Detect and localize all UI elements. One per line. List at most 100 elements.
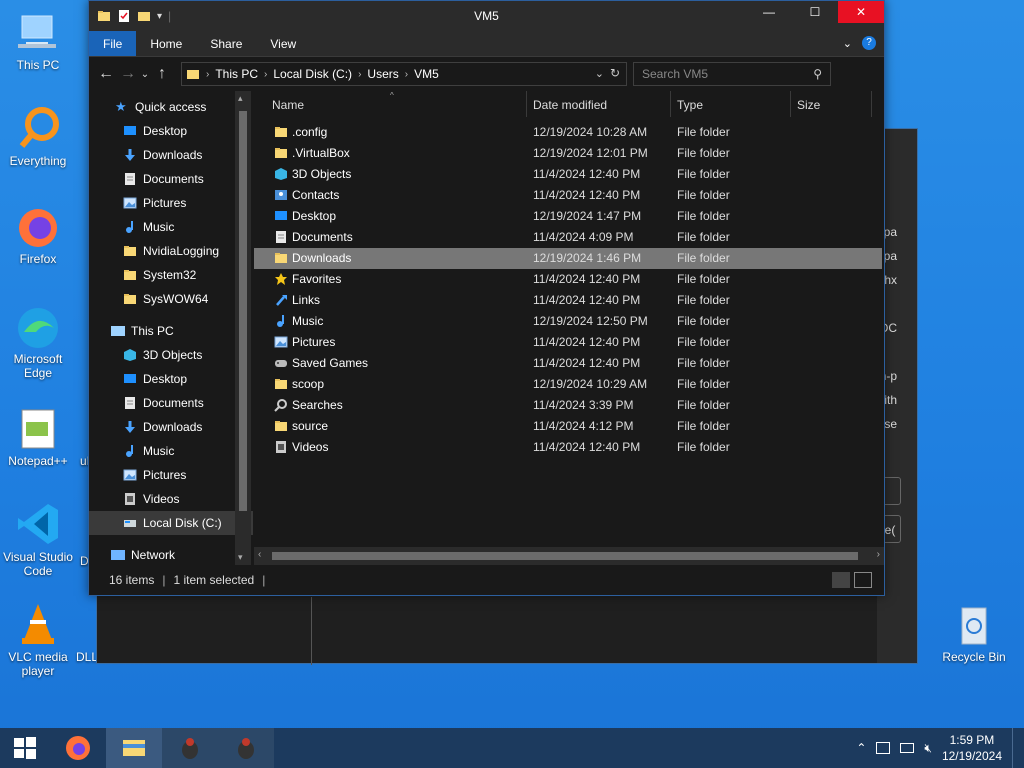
file-row[interactable]: Videos 11/4/2024 12:40 PM File folder [254,437,882,458]
nav-network[interactable]: Network [89,543,253,565]
notification-icon[interactable] [876,742,891,754]
scroll-down-icon[interactable]: ▾ [238,552,243,563]
file-row[interactable]: .VirtualBox 12/19/2024 12:01 PM File folde… [254,143,882,164]
breadcrumb-this-pc[interactable]: This PC [215,67,258,81]
help-icon[interactable]: ? [862,36,876,50]
title-bar[interactable]: ▾ | VM5 — ☐ ✕ [89,1,884,31]
breadcrumb-local-disk[interactable]: Local Disk (C:) [273,67,352,81]
file-row[interactable]: Pictures 11/4/2024 12:40 PM File folder [254,332,882,353]
breadcrumb-users[interactable]: Users [367,67,398,81]
expand-ribbon-icon[interactable]: ⌄ [843,37,852,50]
file-row[interactable]: scoop 12/19/2024 10:29 AM File folder [254,374,882,395]
nav-item-nvidialogging[interactable]: NvidiaLogging [89,239,253,263]
tab-file[interactable]: File [89,31,137,56]
nav-quick-access[interactable]: ★ Quick access [89,95,253,119]
desktop-icon-vscode[interactable]: Visual Studio Code [0,500,76,578]
desktop-icon-edge[interactable]: Microsoft Edge [0,302,76,380]
file-row[interactable]: Music 12/19/2024 12:50 PM File folder [254,311,882,332]
nav-item-system32[interactable]: System32 [89,263,253,287]
nav-item-desktop[interactable]: Desktop📌︎ [89,119,253,143]
nav-item-downloads[interactable]: Downloads [89,415,253,439]
nav-scroll-thumb[interactable] [239,111,247,511]
explorer-app-icon[interactable] [97,9,111,23]
nav-item-desktop[interactable]: Desktop [89,367,253,391]
details-view-button[interactable] [832,572,850,588]
start-button[interactable] [0,728,50,768]
chevron-right-icon[interactable]: › [206,69,209,80]
customize-toolbar-icon[interactable]: ▾ [157,11,162,22]
large-icons-view-button[interactable] [854,572,872,588]
file-list[interactable]: Name ^ Date modified Type Size .config 12… [254,91,884,565]
h-scroll-thumb[interactable] [272,552,858,560]
address-bar[interactable]: › This PC › Local Disk (C:) › Users › VM… [181,62,627,86]
desktop-icon-this-pc[interactable]: This PC [0,8,76,72]
tab-share[interactable]: Share [196,31,256,56]
file-row[interactable]: Documents 11/4/2024 4:09 PM File folder [254,227,882,248]
minimize-button[interactable]: — [746,1,792,23]
column-size[interactable]: Size [797,98,820,112]
refresh-icon[interactable]: ↻ [610,66,620,80]
search-input[interactable]: Search VM5 ⚲ [633,62,831,86]
navigation-pane[interactable]: ★ Quick access Desktop📌︎Downloads📌︎Docum… [89,91,253,565]
nav-item-pictures[interactable]: Pictures📌︎ [89,191,253,215]
explorer-window[interactable]: ▾ | VM5 — ☐ ✕ File Home Share View ⌄ ? ←… [88,0,885,596]
address-dropdown-icon[interactable]: ⌄ [595,67,604,80]
file-row[interactable]: Contacts 11/4/2024 12:40 PM File folder [254,185,882,206]
forward-button[interactable]: → [117,65,139,83]
tab-home[interactable]: Home [136,31,196,56]
file-row[interactable]: Links 11/4/2024 12:40 PM File folder [254,290,882,311]
taskbar-app-bug-2[interactable] [218,728,274,768]
scroll-right-icon[interactable]: › [877,549,880,560]
file-row[interactable]: 3D Objects 11/4/2024 12:40 PM File folder [254,164,882,185]
chevron-right-icon[interactable]: › [405,69,408,80]
clock[interactable]: 1:59 PM 12/19/2024 [942,732,1002,764]
show-hidden-icons-icon[interactable]: ⌃ [856,741,866,755]
horizontal-scrollbar[interactable]: ‹ › [254,547,884,565]
scroll-up-icon[interactable]: ▴ [238,93,243,104]
file-row[interactable]: Favorites 11/4/2024 12:40 PM File folder [254,269,882,290]
desktop-icon-notepadpp[interactable]: Notepad++ [0,404,76,468]
nav-this-pc[interactable]: This PC [89,319,253,343]
close-button[interactable]: ✕ [838,1,884,23]
recent-locations-icon[interactable]: ⌄ [139,69,151,80]
file-row[interactable]: source 11/4/2024 4:12 PM File folder [254,416,882,437]
maximize-button[interactable]: ☐ [792,1,838,23]
up-button[interactable]: ↑ [151,65,173,83]
taskbar-firefox[interactable] [50,728,106,768]
nav-item-syswow64[interactable]: SysWOW64 [89,287,253,311]
desktop-icon-recycle-bin[interactable]: Recycle Bin [936,600,1012,664]
show-desktop-button[interactable] [1012,728,1016,768]
nav-item-pictures[interactable]: Pictures [89,463,253,487]
file-row[interactable]: Saved Games 11/4/2024 12:40 PM File folder [254,353,882,374]
column-type[interactable]: Type [677,98,703,112]
column-name[interactable]: Name [272,98,304,112]
nav-scrollbar[interactable]: ▴ ▾ [235,91,251,565]
breadcrumb-vm5[interactable]: VM5 [414,67,439,81]
file-row[interactable]: Desktop 12/19/2024 1:47 PM File folder [254,206,882,227]
volume-muted-icon[interactable]: 🔇︎ [924,741,932,756]
properties-icon[interactable] [117,9,131,23]
nav-item-music[interactable]: Music [89,215,253,239]
nav-item-videos[interactable]: Videos [89,487,253,511]
chevron-right-icon[interactable]: › [264,69,267,80]
nav-item-3d-objects[interactable]: 3D Objects [89,343,253,367]
desktop-icon-vlc[interactable]: VLC media player [0,600,76,678]
desktop-icon-everything[interactable]: Everything [0,104,76,168]
taskbar-file-explorer[interactable] [106,728,162,768]
chevron-right-icon[interactable]: › [358,69,361,80]
scroll-left-icon[interactable]: ‹ [258,549,261,560]
file-row[interactable]: Downloads 12/19/2024 1:46 PM File folder [254,248,882,269]
nav-item-documents[interactable]: Documents [89,391,253,415]
file-row[interactable]: .config 12/19/2024 10:28 AM File folder [254,122,882,143]
column-date-modified[interactable]: Date modified [533,98,607,112]
tab-view[interactable]: View [256,31,310,56]
nav-item-local-disk-c-[interactable]: Local Disk (C:) [89,511,253,535]
back-button[interactable]: ← [95,65,117,83]
nav-item-documents[interactable]: Documents📌︎ [89,167,253,191]
file-row[interactable]: Searches 11/4/2024 3:39 PM File folder [254,395,882,416]
desktop-icon-firefox[interactable]: Firefox [0,202,76,266]
nav-item-downloads[interactable]: Downloads📌︎ [89,143,253,167]
network-icon[interactable] [900,743,915,753]
taskbar-app-bug-1[interactable] [162,728,218,768]
new-folder-icon[interactable] [137,9,151,23]
